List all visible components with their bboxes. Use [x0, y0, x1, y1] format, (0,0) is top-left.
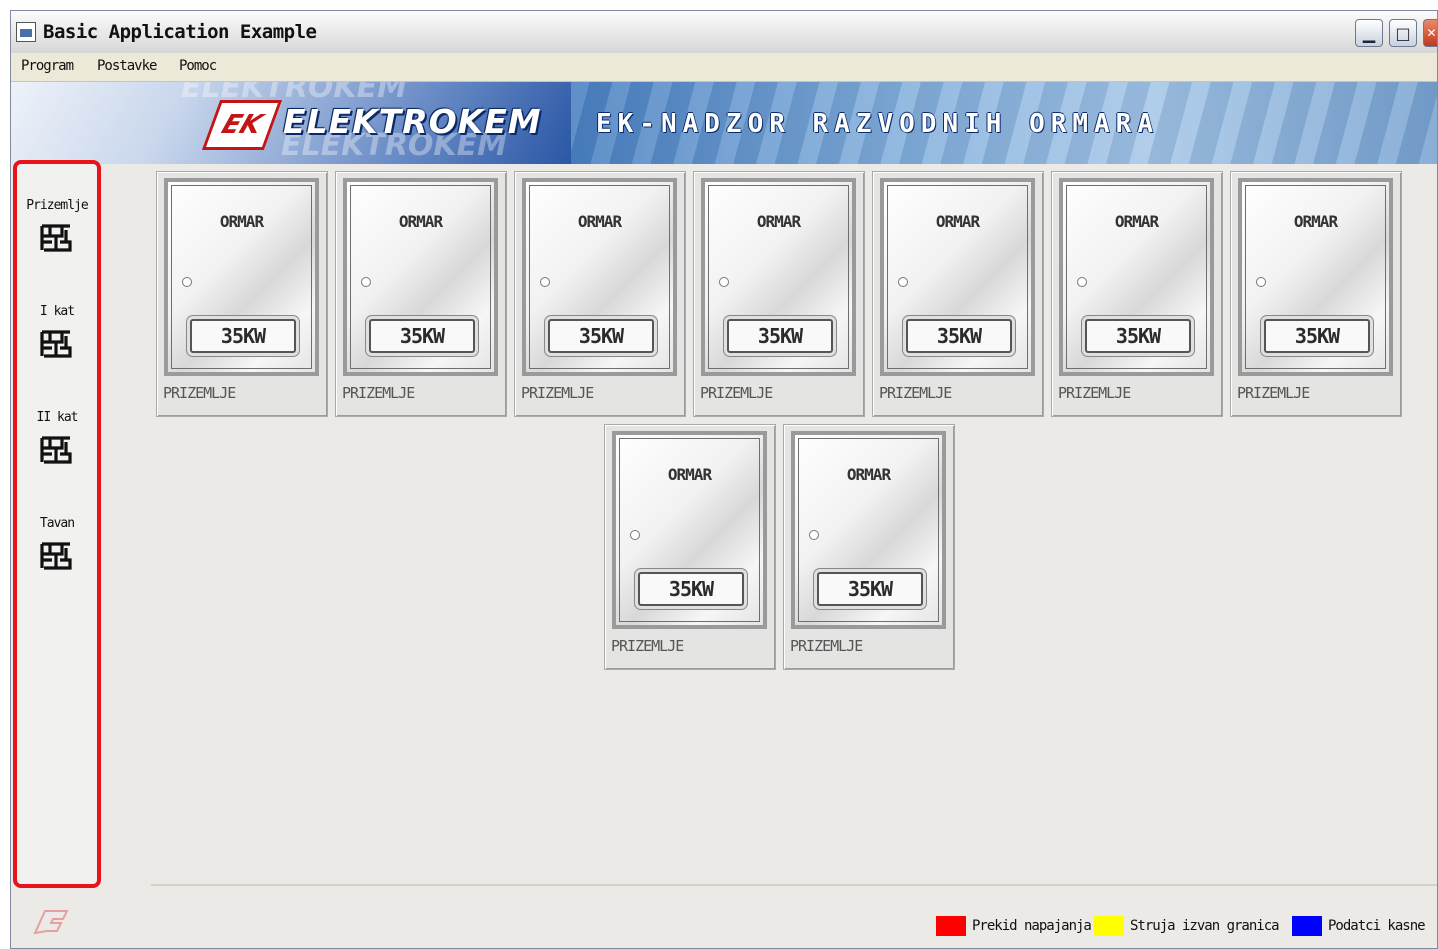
banner-title: EK-NADZOR RAZVODNIH ORMARA — [596, 109, 1159, 139]
cabinet-location: PRIZEMLJE — [879, 384, 952, 402]
sidebar-item-label: I kat — [39, 304, 75, 319]
menu-pomoc[interactable]: Pomoc — [179, 58, 217, 74]
cabinet-power: 35KW — [817, 572, 923, 606]
cabinet-location: PRIZEMLJE — [1237, 384, 1310, 402]
cabinet-power: 35KW — [638, 572, 744, 606]
window-title: Basic Application Example — [43, 21, 317, 43]
floor-plan-icon[interactable] — [40, 222, 74, 254]
cabinet-door: ORMAR 35KW — [164, 178, 319, 376]
cabinet-title: ORMAR — [219, 212, 264, 231]
cabinet-location: PRIZEMLJE — [700, 384, 773, 402]
lock-icon — [1256, 277, 1266, 287]
sidebar-item-prizemlje[interactable]: Prizemlje — [17, 198, 97, 254]
cabinet-title: ORMAR — [1114, 212, 1159, 231]
footer-logo-icon — [31, 909, 71, 935]
cabinet-location: PRIZEMLJE — [342, 384, 415, 402]
menu-bar: Program Postavke Pomoc — [11, 53, 1437, 82]
app-window: Basic Application Example ▁ □ ✕ Program … — [10, 10, 1438, 949]
cabinet-tile[interactable]: ORMAR 35KW PRIZEMLJE — [156, 171, 328, 417]
sidebar-item-tavan[interactable]: Tavan — [17, 516, 97, 572]
cabinet-door: ORMAR 35KW — [343, 178, 498, 376]
close-icon: ✕ — [1426, 26, 1437, 40]
elektrokem-logo-text: ELEKTROKEM — [283, 102, 542, 141]
cabinet-location: PRIZEMLJE — [1058, 384, 1131, 402]
menu-postavke[interactable]: Postavke — [97, 58, 157, 74]
cabinet-door: ORMAR 35KW — [791, 431, 946, 629]
legend-label: Struja izvan granica — [1130, 918, 1280, 934]
logo-mark-text: EK — [217, 110, 267, 140]
cabinet-title: ORMAR — [1293, 212, 1338, 231]
cabinet-power: 35KW — [548, 319, 654, 353]
cabinet-power: 35KW — [727, 319, 833, 353]
cabinet-location: PRIZEMLJE — [521, 384, 594, 402]
cabinet-power: 35KW — [1085, 319, 1191, 353]
cabinet-tile[interactable]: ORMAR 35KW PRIZEMLJE — [872, 171, 1044, 417]
legend-swatch-yellow — [1094, 916, 1124, 936]
lock-icon — [630, 530, 640, 540]
java-app-icon — [16, 22, 36, 42]
lock-icon — [809, 530, 819, 540]
cabinet-title: ORMAR — [846, 465, 891, 484]
sidebar-item-label: II kat — [36, 410, 79, 425]
lock-icon — [898, 277, 908, 287]
cabinet-title: ORMAR — [935, 212, 980, 231]
cabinet-tile[interactable]: ORMAR 35KW PRIZEMLJE — [335, 171, 507, 417]
sidebar-item-label: Tavan — [39, 516, 75, 531]
cabinet-location: PRIZEMLJE — [611, 637, 684, 655]
cabinet-power: 35KW — [1264, 319, 1370, 353]
minimize-button[interactable]: ▁ — [1355, 19, 1383, 47]
lock-icon — [719, 277, 729, 287]
cabinet-power: 35KW — [906, 319, 1012, 353]
floor-plan-icon[interactable] — [40, 328, 74, 360]
minimize-icon: ▁ — [1362, 23, 1376, 43]
maximize-button[interactable]: □ — [1389, 19, 1417, 47]
menu-program[interactable]: Program — [21, 58, 74, 74]
legend-label: Podatci kasne — [1328, 918, 1426, 934]
legend-power-outage: Prekid napajanja — [936, 915, 1092, 937]
floor-plan-icon[interactable] — [40, 540, 74, 572]
cabinet-tile[interactable]: ORMAR 35KW PRIZEMLJE — [783, 424, 955, 670]
cabinet-tile[interactable]: ORMAR 35KW PRIZEMLJE — [514, 171, 686, 417]
cabinet-tile[interactable]: ORMAR 35KW PRIZEMLJE — [1051, 171, 1223, 417]
cabinet-door: ORMAR 35KW — [880, 178, 1035, 376]
sidebar-item-i-kat[interactable]: I kat — [17, 304, 97, 360]
cabinet-door: ORMAR 35KW — [522, 178, 677, 376]
title-bar: Basic Application Example ▁ □ ✕ — [11, 11, 1437, 54]
cabinet-title: ORMAR — [398, 212, 443, 231]
lock-icon — [540, 277, 550, 287]
cabinet-tile[interactable]: ORMAR 35KW PRIZEMLJE — [693, 171, 865, 417]
close-button[interactable]: ✕ — [1423, 19, 1437, 47]
legend-data-delayed: Podatci kasne — [1292, 915, 1426, 937]
sidebar-item-ii-kat[interactable]: II kat — [17, 410, 97, 466]
legend-label: Prekid napajanja — [972, 918, 1092, 934]
lock-icon — [1077, 277, 1087, 287]
cabinet-door: ORMAR 35KW — [1059, 178, 1214, 376]
cabinet-power: 35KW — [190, 319, 296, 353]
cabinet-title: ORMAR — [667, 465, 712, 484]
cabinet-power: 35KW — [369, 319, 475, 353]
maximize-icon: □ — [1395, 23, 1411, 43]
sidebar-item-label: Prizemlje — [26, 198, 88, 213]
cabinet-location: PRIZEMLJE — [790, 637, 863, 655]
cabinet-door: ORMAR 35KW — [1238, 178, 1393, 376]
cabinet-title: ORMAR — [577, 212, 622, 231]
cabinet-door: ORMAR 35KW — [701, 178, 856, 376]
floor-sidebar: Prizemlje I kat II kat Tavan — [13, 160, 101, 888]
header-banner: ELEKTROKEM ELEKTROKEM EK ELEKTROKEM EK-N… — [11, 82, 1437, 164]
floor-plan-icon[interactable] — [40, 434, 74, 466]
legend-swatch-red — [936, 916, 966, 936]
legend-current-out-of-range: Struja izvan granica — [1094, 915, 1280, 937]
cabinet-location: PRIZEMLJE — [163, 384, 236, 402]
cabinet-title: ORMAR — [756, 212, 801, 231]
panel-divider — [151, 884, 1437, 886]
lock-icon — [182, 277, 192, 287]
cabinet-tile[interactable]: ORMAR 35KW PRIZEMLJE — [604, 424, 776, 670]
legend-swatch-blue — [1292, 916, 1322, 936]
cabinet-tile[interactable]: ORMAR 35KW PRIZEMLJE — [1230, 171, 1402, 417]
cabinet-door: ORMAR 35KW — [612, 431, 767, 629]
lock-icon — [361, 277, 371, 287]
